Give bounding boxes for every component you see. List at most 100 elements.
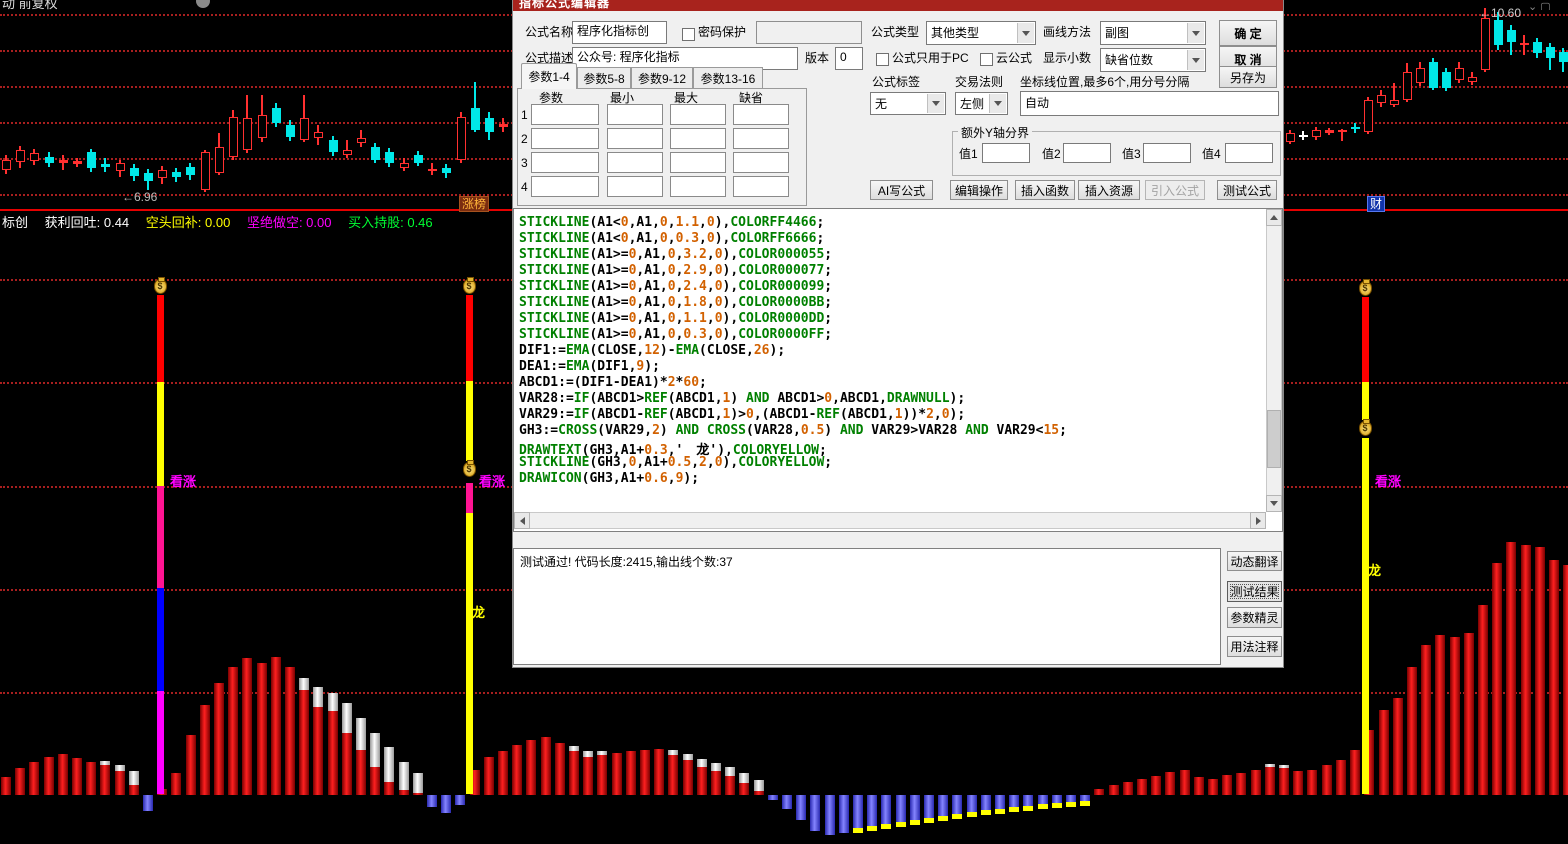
password-protect-checkbox[interactable] <box>682 28 695 41</box>
test-formula-button[interactable]: 测试公式 <box>1217 180 1277 200</box>
code-line[interactable]: STICKLINE(A1>=0,A1,0,1.8,0),COLOR0000BB; <box>519 295 1067 311</box>
histogram-bar-up <box>299 690 309 795</box>
code-line[interactable]: STICKLINE(A1>=0,A1,0,3.2,0),COLOR000055; <box>519 247 1067 263</box>
code-line[interactable]: DEA1:=EMA(DIF1,9); <box>519 359 1067 375</box>
y-value3-input[interactable] <box>1143 143 1191 163</box>
candlestick <box>357 138 366 143</box>
cloud-formula-checkbox[interactable] <box>980 53 993 66</box>
param-input[interactable] <box>670 176 726 197</box>
histogram-bar-up <box>1222 775 1232 795</box>
trade-rule-select[interactable]: 左侧 <box>955 92 1008 115</box>
code-line[interactable]: DIF1:=EMA(CLOSE,12)-EMA(CLOSE,26); <box>519 343 1067 359</box>
tab-params-9-12[interactable]: 参数9-12 <box>631 67 693 89</box>
candlestick <box>87 152 96 168</box>
candlestick <box>485 118 494 132</box>
param-input[interactable] <box>733 128 789 149</box>
param-input[interactable] <box>531 176 599 197</box>
insert-resource-button[interactable]: 插入资源 <box>1078 180 1140 200</box>
code-line[interactable]: GH3:=CROSS(VAR29,2) AND CROSS(VAR28,0.5)… <box>519 423 1067 439</box>
code-hscrollbar[interactable] <box>514 512 1266 529</box>
code-line[interactable]: DRAWTEXT(GH3,A1+0.3,' 龙'),COLORYELLOW; <box>519 439 1067 455</box>
dropdown-arrow-icon[interactable] <box>989 94 1006 113</box>
insert-function-button[interactable]: 插入函数 <box>1015 180 1075 200</box>
code-line[interactable]: STICKLINE(A1<0,A1,0,0.3,0),COLORFF6666; <box>519 231 1067 247</box>
histogram-bar-up <box>711 771 721 795</box>
y-value4-input[interactable] <box>1225 143 1273 163</box>
scroll-left-icon[interactable] <box>514 512 530 529</box>
chevron-down-icon[interactable]: ⌄ <box>1528 1 1537 10</box>
candlestick <box>428 169 437 171</box>
candlestick <box>1455 68 1464 80</box>
code-line[interactable]: VAR29:=IF(ABCD1-REF(ABCD1,1)>0,(ABCD1-RE… <box>519 407 1067 423</box>
formula-type-select[interactable]: 其他类型 <box>926 21 1036 45</box>
scroll-right-icon[interactable] <box>1250 512 1266 529</box>
draw-method-select[interactable]: 副图 <box>1100 21 1206 45</box>
rank-board-tag[interactable]: 涨榜 <box>459 196 489 212</box>
code-line[interactable]: VAR28:=IF(ABCD1>REF(ABCD1,1) AND ABCD1>0… <box>519 391 1067 407</box>
param-input[interactable] <box>607 128 663 149</box>
param-input[interactable] <box>607 152 663 173</box>
code-line[interactable]: STICKLINE(A1<0,A1,0,1.1,0),COLORFF4466; <box>519 215 1067 231</box>
code-text[interactable]: STICKLINE(A1<0,A1,0,1.1,0),COLORFF4466;S… <box>519 215 1067 487</box>
dropdown-arrow-icon[interactable] <box>927 94 944 113</box>
param-input[interactable] <box>607 104 663 125</box>
scroll-up-icon[interactable] <box>1266 209 1282 226</box>
dropdown-arrow-icon[interactable] <box>1187 50 1204 70</box>
candlestick <box>1481 18 1490 70</box>
param-input[interactable] <box>733 104 789 125</box>
code-line[interactable]: STICKLINE(A1>=0,A1,0,2.4,0),COLOR000099; <box>519 279 1067 295</box>
candlestick <box>1286 133 1295 142</box>
y-value1-label: 值1 <box>959 147 978 161</box>
ai-write-formula-button[interactable]: AI写公式 <box>870 180 933 200</box>
dynamic-translate-button[interactable]: 动态翻译 <box>1227 551 1282 571</box>
candle-wick <box>346 140 348 158</box>
param-input[interactable] <box>607 176 663 197</box>
coordinate-line-input[interactable]: 自动 <box>1020 91 1279 116</box>
formula-code-editor[interactable]: STICKLINE(A1<0,A1,0,1.1,0),COLORFF4466;S… <box>513 208 1283 532</box>
param-input[interactable] <box>733 176 789 197</box>
param-input[interactable] <box>670 104 726 125</box>
import-formula-button: 引入公式 <box>1145 180 1205 200</box>
formula-name-input[interactable]: 程序化指标创 <box>572 21 667 44</box>
y-value2-input[interactable] <box>1063 143 1111 163</box>
code-line[interactable]: STICKLINE(A1>=0,A1,0,1.1,0),COLOR0000DD; <box>519 311 1067 327</box>
password-input[interactable] <box>756 21 862 44</box>
param-input[interactable] <box>531 128 599 149</box>
tab-params-1-4[interactable]: 参数1-4 <box>521 63 577 89</box>
param-wizard-button[interactable]: 参数精灵 <box>1227 607 1282 628</box>
code-line[interactable]: STICKLINE(GH3,0,A1+0.5,2,0),COLORYELLOW; <box>519 455 1067 471</box>
dropdown-arrow-icon[interactable] <box>1017 23 1034 43</box>
version-input[interactable]: 0 <box>835 47 863 70</box>
pc-only-checkbox[interactable] <box>876 53 889 66</box>
code-line[interactable]: STICKLINE(A1>=0,A1,0,0.3,0),COLOR0000FF; <box>519 327 1067 343</box>
candlestick <box>385 152 394 163</box>
param-input[interactable] <box>531 152 599 173</box>
code-line[interactable]: ABCD1:=(DIF1-DEA1)*2*60; <box>519 375 1067 391</box>
param-input[interactable] <box>531 104 599 125</box>
param-input[interactable] <box>670 152 726 173</box>
edit-operation-button[interactable]: 编辑操作 <box>950 180 1008 200</box>
code-line[interactable]: DRAWICON(GH3,A1+0.6,9); <box>519 471 1067 487</box>
scroll-down-icon[interactable] <box>1266 495 1282 512</box>
window-icon[interactable]: ▢ <box>1540 1 1550 10</box>
histogram-bar-up <box>214 683 224 795</box>
y-value1-input[interactable] <box>982 143 1030 163</box>
tab-params-13-16[interactable]: 参数13-16 <box>693 67 763 89</box>
finance-tag[interactable]: 财 <box>1367 196 1385 212</box>
histogram-bar-up <box>1322 765 1332 795</box>
tab-params-5-8[interactable]: 参数5-8 <box>577 67 631 89</box>
usage-notes-button[interactable]: 用法注释 <box>1227 636 1282 657</box>
decimals-select[interactable]: 缺省位数 <box>1100 48 1206 72</box>
dropdown-arrow-icon[interactable] <box>1187 23 1204 43</box>
formula-tag-select[interactable]: 无 <box>870 92 946 115</box>
test-result-button[interactable]: 测试结果 <box>1227 581 1282 602</box>
code-line[interactable]: STICKLINE(A1>=0,A1,0,2.9,0),COLOR000077; <box>519 263 1067 279</box>
histogram-bar-up <box>612 753 622 795</box>
candlestick <box>272 108 281 123</box>
dialog-titlebar[interactable]: 指标公式编辑器 <box>513 0 1283 11</box>
vscroll-thumb[interactable] <box>1267 410 1281 468</box>
param-input[interactable] <box>733 152 789 173</box>
save-as-button[interactable]: 另存为 <box>1219 66 1277 88</box>
param-input[interactable] <box>670 128 726 149</box>
ok-button[interactable]: 确 定 <box>1219 20 1277 46</box>
